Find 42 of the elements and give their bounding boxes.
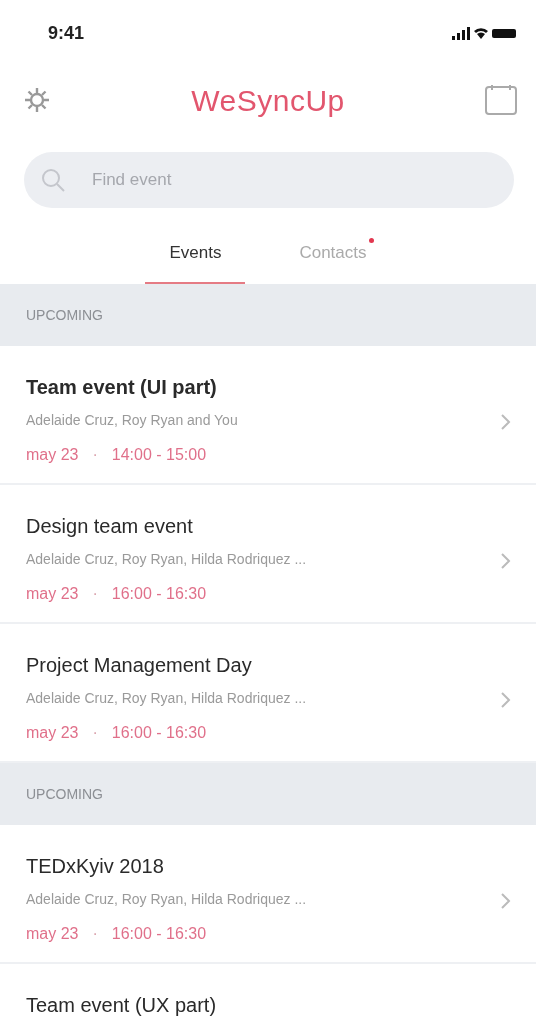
event-title: TEDxKyiv 2018 [26, 854, 165, 879]
separator-dot: · [92, 723, 98, 743]
search-field[interactable]: Find event [24, 152, 514, 208]
search-icon [40, 167, 66, 193]
event-date: may 23 [26, 584, 79, 604]
event-participants: Adelaide Cruz, Roy Ryan, Hilda Rodriquez ... [26, 550, 308, 569]
section-header: UPCOMING [0, 284, 536, 346]
calendar-icon [484, 84, 518, 116]
separator-dot: · [92, 445, 98, 465]
settings-button[interactable] [22, 85, 52, 115]
calendar-button[interactable] [484, 84, 518, 116]
signal-icon [452, 26, 470, 40]
status-time: 9:41 [48, 21, 85, 45]
event-date: may 23 [26, 723, 79, 743]
event-time: 16:00 - 16:30 [111, 924, 207, 944]
event-time: 16:00 - 16:30 [111, 584, 207, 604]
separator-dot: · [92, 584, 98, 604]
event-title: Team event (UX part) [26, 993, 218, 1018]
event-title: Team event (UI part) [26, 375, 218, 400]
settings-icon [22, 85, 52, 115]
event-row[interactable]: TEDxKyiv 2018 Adelaide Cruz, Roy Ryan, Hilda Rodriquez ... may 23 · 16:00 - 16:30 [0, 825, 536, 964]
app-logo: WeSyncUp [191, 82, 345, 119]
chevron-icon [498, 891, 512, 911]
chevron-icon [498, 412, 512, 432]
event-title: Project Management Day [26, 653, 253, 678]
event-participants: Adelaide Cruz, Roy Ryan, Hilda Rodriquez ... [26, 689, 308, 708]
event-row[interactable]: Team event (UI part) Adelaide Cruz, Roy Ryan and You may 23 · 14:00 - 15:00 [0, 346, 536, 485]
event-date: may 23 [26, 445, 79, 465]
event-title: Design team event [26, 514, 194, 539]
event-date: may 23 [26, 924, 79, 944]
event-participants: Adelaide Cruz, Roy Ryan and You [26, 411, 239, 430]
battery-icon [492, 28, 516, 38]
separator-dot: · [92, 924, 98, 944]
event-row[interactable]: Team event (UX part) [0, 964, 536, 1027]
event-participants: Adelaide Cruz, Roy Ryan, Hilda Rodriquez ... [26, 890, 308, 909]
event-time: 16:00 - 16:30 [111, 723, 207, 743]
event-row[interactable]: Design team event Adelaide Cruz, Roy Ryan, Hilda Rodriquez ... may 23 · 16:00 - 16:30 [0, 485, 536, 624]
chevron-icon [498, 690, 512, 710]
wifi-icon [474, 27, 488, 39]
section-header: UPCOMING [0, 763, 536, 825]
chevron-icon [498, 551, 512, 571]
event-time: 14:00 - 15:00 [111, 445, 207, 465]
